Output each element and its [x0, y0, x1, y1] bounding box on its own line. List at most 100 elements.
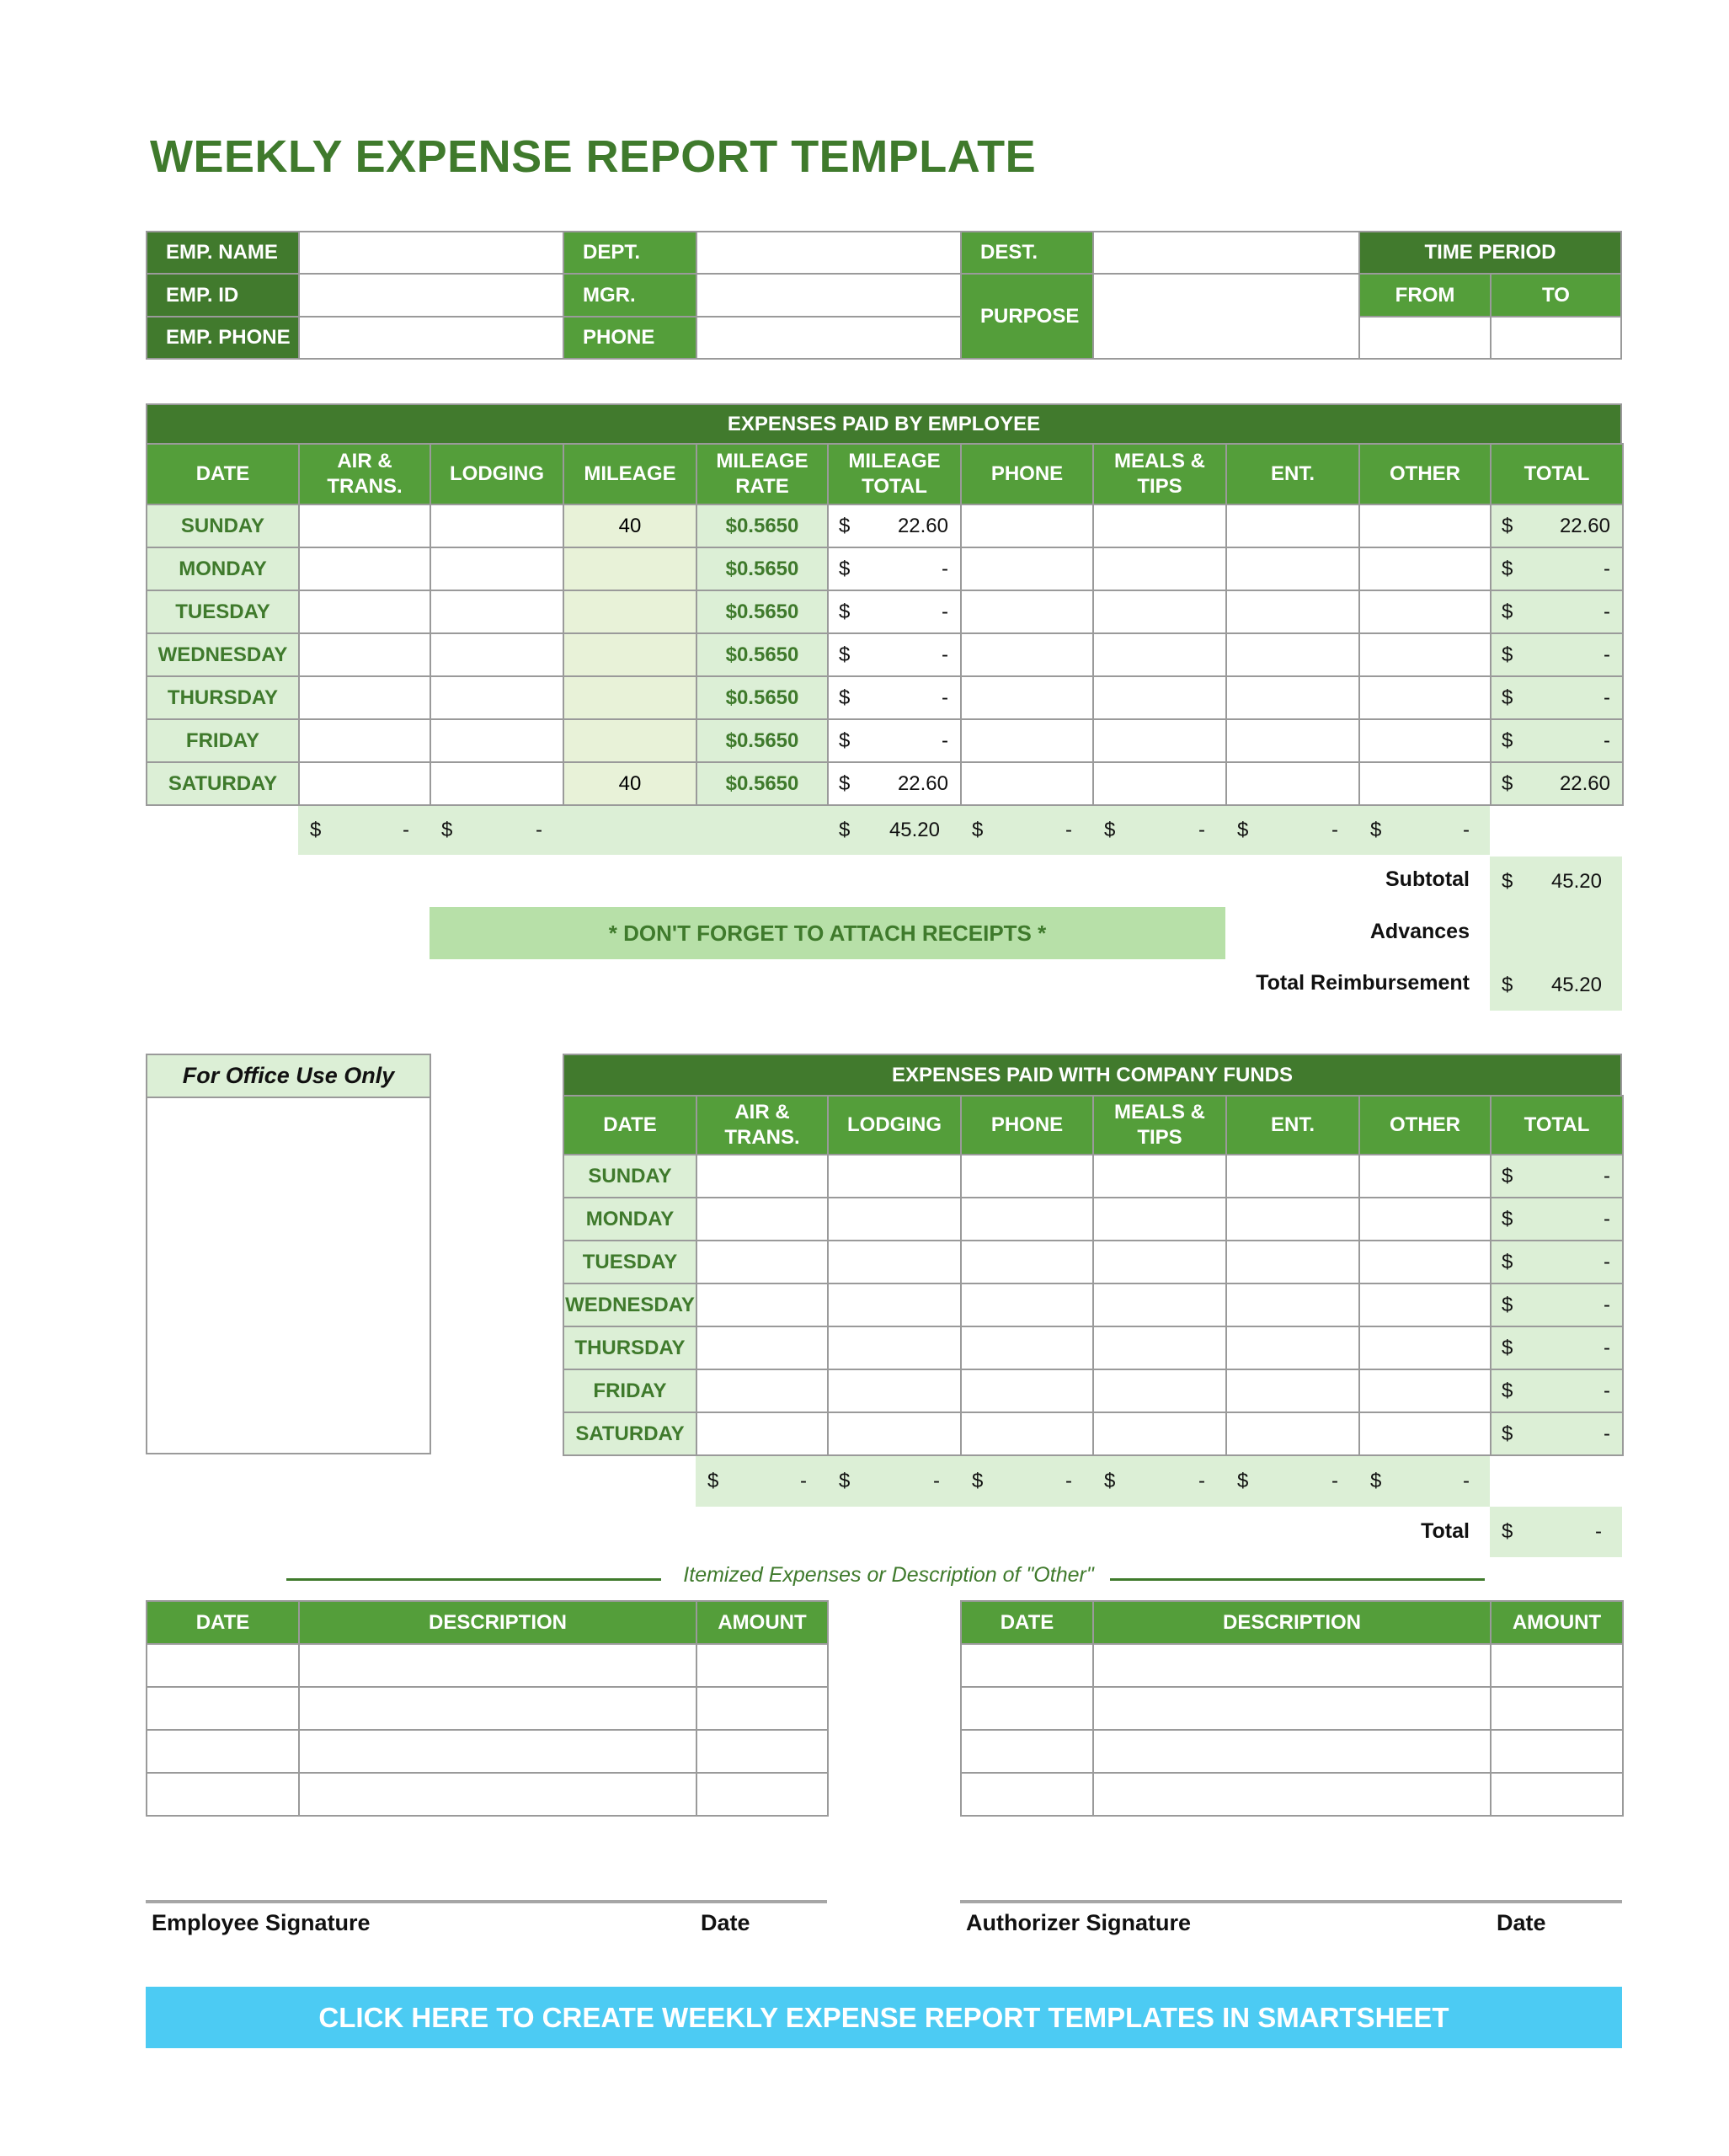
itemized-amount-input[interactable]	[1490, 1643, 1624, 1688]
phone-input[interactable]	[960, 1154, 1094, 1198]
emp-phone-field[interactable]	[298, 316, 564, 360]
mileage-input[interactable]	[563, 718, 697, 763]
itemized-amount-input[interactable]	[1490, 1772, 1624, 1817]
lodging-input[interactable]	[430, 718, 564, 763]
other-input[interactable]	[1358, 1369, 1492, 1413]
phone-input[interactable]	[960, 675, 1094, 720]
other-input[interactable]	[1358, 1197, 1492, 1241]
phone-input[interactable]	[960, 718, 1094, 763]
other-input[interactable]	[1358, 1240, 1492, 1284]
air-input[interactable]	[298, 504, 431, 548]
itemized-description-input[interactable]	[1092, 1729, 1492, 1774]
meals-input[interactable]	[1092, 1412, 1227, 1456]
phone-input[interactable]	[960, 761, 1094, 806]
phone-input[interactable]	[960, 1283, 1094, 1327]
other-input[interactable]	[1358, 504, 1492, 548]
to-date-field[interactable]	[1490, 316, 1622, 360]
phone-input[interactable]	[960, 1369, 1094, 1413]
air-input[interactable]	[696, 1197, 829, 1241]
mileage-input[interactable]	[563, 590, 697, 634]
itemized-description-input[interactable]	[1092, 1686, 1492, 1731]
other-input[interactable]	[1358, 1283, 1492, 1327]
office-use-field[interactable]	[146, 1097, 431, 1454]
ent-input[interactable]	[1225, 1326, 1360, 1370]
meals-input[interactable]	[1092, 504, 1227, 548]
phone-input[interactable]	[960, 1412, 1094, 1456]
air-input[interactable]	[298, 718, 431, 763]
air-input[interactable]	[696, 1240, 829, 1284]
from-date-field[interactable]	[1358, 316, 1492, 360]
air-input[interactable]	[696, 1412, 829, 1456]
lodging-input[interactable]	[430, 632, 564, 677]
dept-field[interactable]	[696, 231, 962, 275]
ent-input[interactable]	[1225, 590, 1360, 634]
itemized-amount-input[interactable]	[696, 1772, 829, 1817]
lodging-input[interactable]	[430, 547, 564, 591]
lodging-input[interactable]	[827, 1326, 962, 1370]
other-input[interactable]	[1358, 547, 1492, 591]
air-input[interactable]	[696, 1154, 829, 1198]
meals-input[interactable]	[1092, 1197, 1227, 1241]
phone-input[interactable]	[960, 1197, 1094, 1241]
meals-input[interactable]	[1092, 718, 1227, 763]
air-input[interactable]	[298, 675, 431, 720]
phone-field[interactable]	[696, 316, 962, 360]
air-input[interactable]	[696, 1326, 829, 1370]
meals-input[interactable]	[1092, 1369, 1227, 1413]
purpose-field[interactable]	[1092, 273, 1360, 360]
other-input[interactable]	[1358, 1154, 1492, 1198]
itemized-amount-input[interactable]	[696, 1686, 829, 1731]
lodging-input[interactable]	[827, 1283, 962, 1327]
itemized-description-input[interactable]	[298, 1686, 697, 1731]
phone-input[interactable]	[960, 1326, 1094, 1370]
ent-input[interactable]	[1225, 675, 1360, 720]
mileage-input[interactable]	[563, 675, 697, 720]
itemized-date-input[interactable]	[146, 1729, 300, 1774]
air-input[interactable]	[298, 590, 431, 634]
itemized-amount-input[interactable]	[696, 1643, 829, 1688]
itemized-date-input[interactable]	[146, 1686, 300, 1731]
employee-signature-line[interactable]	[146, 1900, 827, 1903]
itemized-amount-input[interactable]	[696, 1729, 829, 1774]
ent-input[interactable]	[1225, 718, 1360, 763]
ent-input[interactable]	[1225, 1369, 1360, 1413]
itemized-date-input[interactable]	[960, 1772, 1094, 1817]
lodging-input[interactable]	[430, 761, 564, 806]
itemized-description-input[interactable]	[298, 1772, 697, 1817]
mileage-input[interactable]	[563, 547, 697, 591]
lodging-input[interactable]	[827, 1197, 962, 1241]
lodging-input[interactable]	[827, 1154, 962, 1198]
other-input[interactable]	[1358, 675, 1492, 720]
air-input[interactable]	[696, 1283, 829, 1327]
phone-input[interactable]	[960, 547, 1094, 591]
itemized-date-input[interactable]	[960, 1643, 1094, 1688]
meals-input[interactable]	[1092, 761, 1227, 806]
phone-input[interactable]	[960, 504, 1094, 548]
meals-input[interactable]	[1092, 1283, 1227, 1327]
other-input[interactable]	[1358, 632, 1492, 677]
itemized-description-input[interactable]	[1092, 1772, 1492, 1817]
advances-field[interactable]	[1490, 907, 1622, 959]
meals-input[interactable]	[1092, 632, 1227, 677]
ent-input[interactable]	[1225, 1240, 1360, 1284]
lodging-input[interactable]	[430, 675, 564, 720]
phone-input[interactable]	[960, 590, 1094, 634]
itemized-date-input[interactable]	[960, 1729, 1094, 1774]
phone-input[interactable]	[960, 632, 1094, 677]
dest-field[interactable]	[1092, 231, 1360, 275]
meals-input[interactable]	[1092, 1326, 1227, 1370]
authorizer-signature-line[interactable]	[960, 1900, 1622, 1903]
itemized-amount-input[interactable]	[1490, 1686, 1624, 1731]
other-input[interactable]	[1358, 1326, 1492, 1370]
other-input[interactable]	[1358, 1412, 1492, 1456]
lodging-input[interactable]	[430, 590, 564, 634]
ent-input[interactable]	[1225, 1197, 1360, 1241]
ent-input[interactable]	[1225, 1283, 1360, 1327]
itemized-date-input[interactable]	[146, 1643, 300, 1688]
itemized-date-input[interactable]	[960, 1686, 1094, 1731]
other-input[interactable]	[1358, 761, 1492, 806]
meals-input[interactable]	[1092, 1154, 1227, 1198]
ent-input[interactable]	[1225, 1154, 1360, 1198]
meals-input[interactable]	[1092, 675, 1227, 720]
air-input[interactable]	[298, 632, 431, 677]
